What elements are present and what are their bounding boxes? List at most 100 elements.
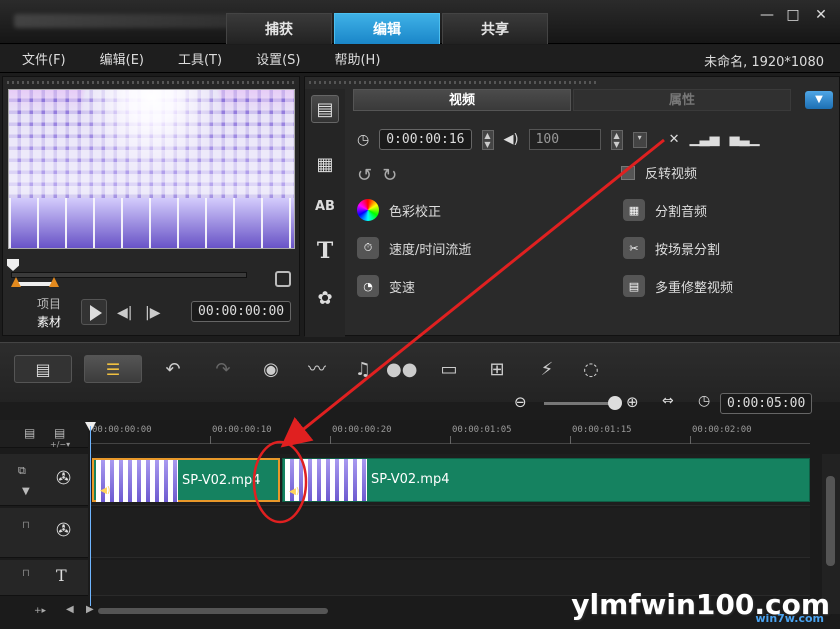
track-options-icon[interactable]: +▸ (34, 606, 46, 616)
video-clip[interactable]: ◀) SP-V02.mp4 (92, 458, 280, 502)
clip-name: SP-V02.mp4 (182, 473, 261, 488)
zoom-in-icon[interactable]: ⊕ (626, 393, 639, 411)
title-icon[interactable]: AB (311, 193, 339, 221)
clock-icon: ◷ (698, 393, 711, 409)
preview-timecode[interactable]: 00:00:00:00 (191, 301, 292, 322)
scrollbar-thumb[interactable] (826, 476, 835, 566)
video-clip[interactable]: ◀) SP-V02.mp4 (282, 458, 810, 502)
play-button[interactable] (81, 299, 107, 325)
rotate-left-icon[interactable]: ↺ (357, 165, 372, 186)
track-collapse-icon[interactable]: ▼ (22, 486, 30, 497)
zoom-slider-handle[interactable] (608, 396, 622, 410)
multi-camera-icon[interactable]: ⊞ (482, 357, 512, 383)
time-ruler[interactable]: 00:00:00:00 00:00:00:10 00:00:00:20 00:0… (90, 422, 810, 444)
tab-edit[interactable]: 编辑 (334, 13, 440, 44)
fit-project-icon[interactable]: ⇔ (662, 393, 674, 409)
time-remap-icon[interactable]: ⚡ (532, 357, 562, 383)
duration-timecode[interactable]: 0:00:00:16 (379, 129, 472, 150)
timeline-view-button[interactable]: ☰ (84, 355, 142, 383)
rotate-right-icon[interactable]: ↻ (382, 165, 397, 186)
track-lock-icon[interactable]: ⊓ (22, 568, 30, 579)
auto-music-icon[interactable]: ♫ (348, 357, 378, 383)
track-link-icon[interactable]: ⧉ (18, 464, 26, 478)
multi-trim-row[interactable]: ▤ 多重修整视频 (623, 275, 733, 297)
mode-clip[interactable]: 素材 (37, 313, 61, 331)
duration-stepper[interactable]: ▲ ▼ (481, 129, 494, 150)
menu-help[interactable]: 帮助(H) (312, 49, 392, 68)
transition-icon[interactable]: ▦ (311, 151, 339, 179)
reverse-video-label: 反转视频 (645, 167, 698, 182)
minimize-button[interactable]: — (758, 6, 776, 24)
reverse-video-checkbox[interactable] (621, 165, 635, 180)
menu-edit[interactable]: 编辑(E) (78, 49, 156, 68)
prev-frame-icon[interactable]: ◀| (117, 305, 132, 321)
track-lock-icon[interactable]: ⊓ (22, 520, 30, 531)
undo-icon[interactable]: ↶ (158, 357, 188, 383)
video-track[interactable]: ◀) SP-V02.mp4 ◀) SP-V02.mp4 (90, 454, 810, 506)
reverse-video-row[interactable]: 反转视频 (621, 163, 697, 182)
zoom-controls: ⊖ ⊕ ⇔ ◷ 0:00:05:00 (0, 390, 840, 420)
audio-speaker-icon: ◀) (100, 486, 111, 496)
menu-settings[interactable]: 设置(S) (234, 49, 312, 68)
rotate-row: ↺ ↻ (357, 165, 397, 186)
overlay-track[interactable] (90, 508, 810, 558)
scroll-left-icon[interactable]: ◀ (66, 604, 74, 615)
play-mode-selector: 项目 素材 (37, 295, 61, 331)
redo-icon[interactable]: ↷ (208, 357, 238, 383)
panel-grip[interactable] (309, 81, 599, 84)
ruler-tick (330, 436, 331, 444)
project-duration[interactable]: 0:00:05:00 (720, 393, 813, 414)
fade-out-icon[interactable]: ▅▃▁ (729, 132, 759, 147)
maximize-button[interactable]: □ (784, 6, 802, 24)
subtitle-editor-icon[interactable]: ▭ (434, 357, 464, 383)
motion-tracking-icon[interactable]: ●● (386, 357, 417, 383)
mute-icon[interactable]: ✕ (669, 132, 680, 147)
scene-split-row[interactable]: ✂ 按场景分割 (623, 237, 720, 259)
volume-dropdown[interactable]: ▾ (632, 131, 647, 148)
sound-mixer-icon[interactable]: 〰 (302, 357, 332, 383)
text-icon[interactable]: T (311, 237, 339, 265)
graphics-icon[interactable]: ✿ (311, 285, 339, 313)
add-track-menu[interactable]: +/−▾ (50, 440, 70, 449)
storyboard-view-button[interactable]: ▤ (14, 355, 72, 383)
volume-input[interactable]: 100 (528, 129, 601, 150)
multi-trim-icon: ▤ (623, 275, 645, 297)
tab-attributes[interactable]: 属性 (573, 89, 791, 111)
mask-creator-icon[interactable]: ◌ (576, 357, 606, 383)
menu-file[interactable]: 文件(F) (0, 49, 78, 68)
zoom-slider[interactable] (544, 402, 616, 405)
ruler-header: ▤ ▤ +/−▾ (0, 420, 88, 449)
preview-screen (8, 89, 295, 249)
tab-share[interactable]: 共享 (442, 13, 548, 44)
ruler-tick-label: 00:00:01:05 (452, 425, 512, 435)
variable-speed-row[interactable]: ◔ 变速 (357, 275, 415, 297)
tab-video[interactable]: 视频 (353, 89, 571, 111)
next-frame-icon[interactable]: |▶ (145, 305, 160, 321)
volume-stepper[interactable]: ▲ ▼ (610, 129, 623, 150)
ruler-tick-label: 00:00:01:15 (572, 425, 632, 435)
horizontal-scrollbar[interactable] (98, 608, 328, 614)
fade-in-icon[interactable]: ▁▃▅ (689, 132, 719, 147)
overlay-track-header: ⊓ ✇ (0, 508, 88, 558)
menu-tools[interactable]: 工具(T) (156, 49, 234, 68)
panel-grip[interactable] (7, 81, 297, 84)
speed-row[interactable]: ⏱ 速度/时间流逝 (357, 237, 471, 259)
color-correction-row[interactable]: 色彩校正 (357, 199, 441, 221)
scroll-right-icon[interactable]: ▶ (86, 604, 94, 615)
tab-capture[interactable]: 捕获 (226, 13, 332, 44)
split-audio-label: 分割音频 (655, 204, 708, 220)
record-capture-icon[interactable]: ◉ (256, 357, 286, 383)
all-tracks-icon[interactable]: ▤ (24, 426, 35, 440)
split-audio-row[interactable]: ▦ 分割音频 (623, 199, 707, 221)
preview-floor (9, 198, 294, 248)
expand-chevron-icon[interactable]: ▼ (805, 91, 833, 109)
zoom-out-icon[interactable]: ⊖ (514, 393, 527, 411)
close-button[interactable]: ✕ (812, 6, 830, 24)
copy-icon[interactable] (275, 271, 291, 287)
track-manager-icon[interactable]: ▤ (54, 426, 65, 440)
ruler-tick-label: 00:00:00:00 (92, 425, 152, 435)
trim-markers[interactable] (11, 277, 61, 287)
scrubber-handle[interactable] (7, 259, 19, 271)
media-icon[interactable]: ▤ (311, 95, 339, 123)
mode-project[interactable]: 项目 (37, 295, 61, 313)
